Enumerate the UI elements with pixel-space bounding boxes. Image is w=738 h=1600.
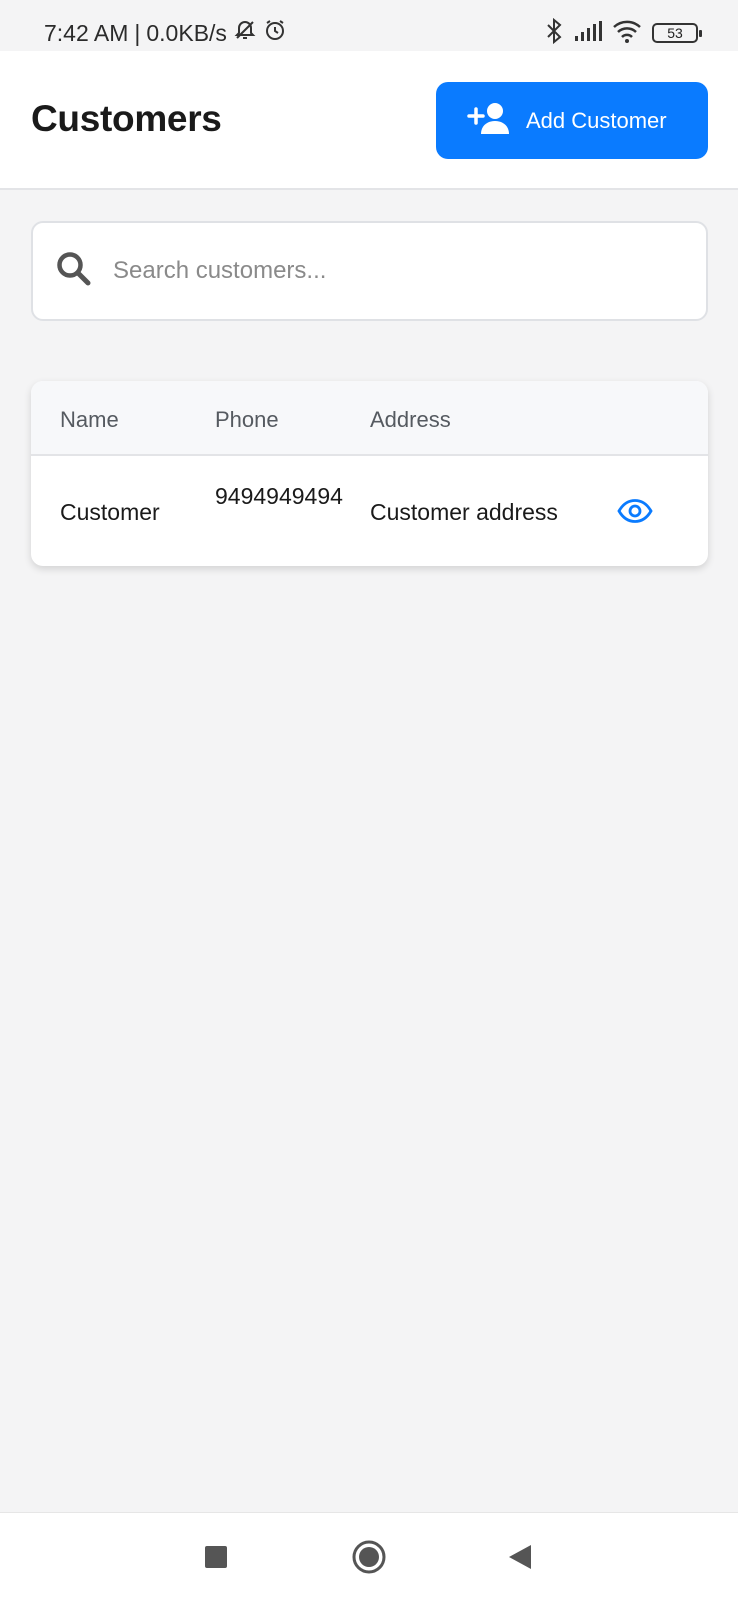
person-add-icon: [466, 101, 510, 141]
customer-phone-cell: 9494949494: [215, 483, 343, 509]
battery-icon: 53: [652, 23, 702, 43]
bluetooth-icon: [544, 17, 564, 49]
column-name: Name: [60, 407, 119, 432]
network-speed: 0.0KB/s: [146, 19, 227, 46]
customers-table: Name Phone Address Customer 9494949494 C…: [31, 381, 708, 566]
recent-apps-button[interactable]: [194, 1535, 238, 1579]
add-customer-label: Add Customer: [526, 107, 667, 133]
back-icon: [509, 1545, 531, 1569]
home-button[interactable]: [347, 1535, 391, 1579]
app-header: Customers Add Customer: [0, 51, 738, 190]
notifications-off-icon: [233, 18, 257, 48]
table-header: Name Phone Address: [31, 381, 708, 456]
search-box[interactable]: [31, 221, 708, 321]
signal-icon: [574, 20, 602, 47]
navigation-bar: [0, 1512, 738, 1600]
column-address: Address: [370, 407, 451, 432]
customer-address-cell: Customer address: [370, 499, 558, 525]
status-bar: 7:42 AM | 0.0KB/s 53: [0, 0, 738, 51]
search-input[interactable]: [113, 257, 673, 285]
back-button[interactable]: [498, 1535, 542, 1579]
table-row[interactable]: Customer 9494949494 Customer address: [31, 458, 708, 566]
view-customer-button[interactable]: [615, 491, 655, 531]
battery-level: 53: [667, 25, 683, 41]
page-title: Customers: [31, 98, 222, 139]
eye-icon: [617, 499, 653, 523]
home-icon: [352, 1540, 386, 1574]
customer-name-cell: Customer: [60, 499, 160, 525]
status-separator: |: [134, 19, 141, 46]
status-time: 7:42 AM: [44, 19, 129, 46]
column-phone: Phone: [215, 407, 279, 432]
wifi-icon: [612, 19, 642, 48]
search-icon: [55, 250, 93, 293]
add-customer-button[interactable]: Add Customer: [436, 82, 708, 159]
status-right: 53: [544, 17, 702, 49]
status-left: 7:42 AM | 0.0KB/s: [44, 18, 287, 48]
alarm-icon: [263, 18, 287, 48]
recent-apps-icon: [205, 1546, 227, 1568]
